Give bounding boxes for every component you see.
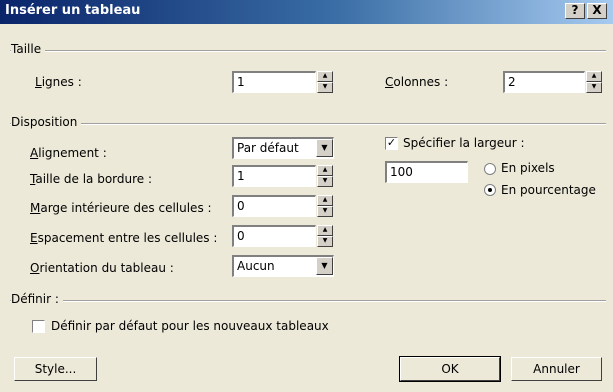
taille-group-label: Taille bbox=[11, 42, 46, 56]
espacement-label: Espacement entre les cellules : bbox=[30, 231, 218, 245]
style-button[interactable]: Style... bbox=[14, 357, 97, 381]
disposition-group-label: Disposition bbox=[11, 115, 82, 129]
bordure-input[interactable]: 1 bbox=[232, 165, 316, 187]
alignement-value: Par défaut bbox=[237, 141, 299, 155]
spin-down-icon[interactable]: ▼ bbox=[317, 206, 333, 217]
lignes-label-rest: ignes : bbox=[41, 75, 82, 89]
taille-divider bbox=[10, 50, 606, 52]
window-title: Insérer un tableau bbox=[5, 3, 141, 18]
orientation-select[interactable]: Aucun ▼ bbox=[232, 255, 334, 277]
lignes-spinner[interactable]: ▲ ▼ bbox=[317, 71, 333, 93]
close-button[interactable]: X bbox=[587, 3, 607, 19]
spin-up-icon[interactable]: ▲ bbox=[317, 165, 333, 176]
colonnes-label: Colonnes : bbox=[385, 75, 449, 89]
colonnes-input[interactable]: 2 bbox=[503, 71, 585, 93]
ok-button[interactable]: OK bbox=[399, 356, 501, 382]
marge-label-rest: arge intérieure des cellules : bbox=[40, 201, 212, 215]
definir-group-label: Définir : bbox=[11, 292, 63, 306]
espacement-spinner[interactable]: ▲ ▼ bbox=[317, 225, 333, 247]
bordure-label-rest: aille de la bordure : bbox=[35, 172, 153, 186]
marge-spinner[interactable]: ▲ ▼ bbox=[317, 195, 333, 217]
spin-down-icon[interactable]: ▼ bbox=[586, 82, 602, 93]
en-pixels-label: En pixels bbox=[501, 161, 555, 175]
help-button[interactable]: ? bbox=[565, 3, 585, 19]
en-pixels-radio[interactable] bbox=[484, 163, 496, 175]
default-tables-label: Définir par défaut pour les nouveaux tab… bbox=[51, 319, 329, 333]
espacement-input[interactable]: 0 bbox=[232, 225, 316, 247]
spin-up-icon[interactable]: ▲ bbox=[317, 71, 333, 82]
spin-down-icon[interactable]: ▼ bbox=[317, 236, 333, 247]
title-bar: Insérer un tableau ? X bbox=[0, 0, 613, 24]
bordure-label: Taille de la bordure : bbox=[30, 172, 153, 186]
alignement-label: Alignement : bbox=[30, 146, 107, 160]
annuler-button[interactable]: Annuler bbox=[511, 357, 602, 381]
definir-divider bbox=[10, 300, 606, 302]
alignement-label-rest: lignement : bbox=[38, 146, 107, 160]
chevron-down-icon[interactable]: ▼ bbox=[316, 257, 333, 275]
marge-label: Marge intérieure des cellules : bbox=[30, 201, 212, 215]
specifier-largeur-checkbox[interactable]: ✓ bbox=[385, 137, 398, 150]
spin-up-icon[interactable]: ▲ bbox=[317, 225, 333, 236]
default-tables-checkbox[interactable] bbox=[32, 320, 45, 333]
orientation-label-rest: rientation du tableau : bbox=[39, 261, 174, 275]
lignes-label: Lignes : bbox=[35, 75, 82, 89]
en-pourcentage-label: En pourcentage bbox=[501, 183, 596, 197]
largeur-input[interactable]: 100 bbox=[385, 161, 468, 183]
espacement-label-rest: spacement entre les cellules : bbox=[37, 231, 218, 245]
orientation-label: Orientation du tableau : bbox=[30, 261, 174, 275]
colonnes-spinner[interactable]: ▲ ▼ bbox=[586, 71, 602, 93]
marge-input[interactable]: 0 bbox=[232, 195, 316, 217]
specifier-largeur-label: Spécifier la largeur : bbox=[403, 136, 525, 150]
spin-up-icon[interactable]: ▲ bbox=[586, 71, 602, 82]
en-pourcentage-radio[interactable] bbox=[484, 184, 496, 196]
colonnes-label-rest: olonnes : bbox=[393, 75, 449, 89]
disposition-divider bbox=[10, 123, 606, 125]
spin-up-icon[interactable]: ▲ bbox=[317, 195, 333, 206]
spin-down-icon[interactable]: ▼ bbox=[317, 176, 333, 187]
alignement-select[interactable]: Par défaut ▼ bbox=[232, 137, 334, 159]
chevron-down-icon[interactable]: ▼ bbox=[316, 139, 333, 157]
lignes-input[interactable]: 1 bbox=[232, 71, 316, 93]
orientation-value: Aucun bbox=[237, 259, 275, 273]
bordure-spinner[interactable]: ▲ ▼ bbox=[317, 165, 333, 187]
spin-down-icon[interactable]: ▼ bbox=[317, 82, 333, 93]
